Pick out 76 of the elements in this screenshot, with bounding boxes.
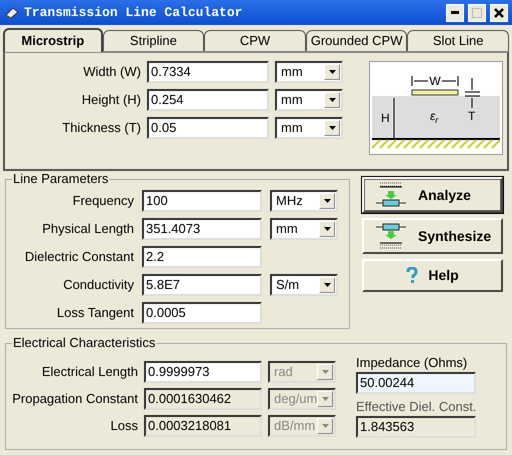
caret-icon (322, 424, 328, 428)
dropdown-arrow-button[interactable] (319, 193, 335, 209)
dropdown-arrow-button[interactable] (319, 277, 335, 293)
input-field[interactable]: 5.8E7 (142, 274, 262, 296)
field-label: Width (W) (82, 63, 141, 81)
unit-dropdown[interactable]: mm (275, 61, 343, 83)
unit-dropdown[interactable]: mm (275, 89, 343, 111)
close-icon (494, 8, 504, 18)
caret-icon (322, 397, 329, 401)
caret-icon (328, 70, 336, 74)
tab[interactable]: Microstrip (3, 28, 103, 52)
unit-dropdown[interactable]: mm (275, 117, 343, 139)
field-label: Dielectric Constant (24, 248, 134, 266)
field-label: Loss (110, 417, 138, 435)
minimize-button[interactable] (446, 4, 464, 22)
field-label: Conductivity (62, 276, 134, 294)
unit-dropdown[interactable]: mm (270, 218, 338, 240)
field-label: Height (H) (80, 91, 141, 109)
input-field[interactable]: 0.0005 (142, 302, 262, 324)
dropdown-arrow-button[interactable] (324, 92, 340, 108)
input-field[interactable]: 100 (142, 190, 262, 212)
synthesize-icon (374, 223, 408, 249)
input-field[interactable]: 0.9999973 (144, 361, 262, 383)
dropdown-value: mm (281, 63, 303, 82)
field-label: Propagation Constant (11, 390, 138, 408)
height-label: H (381, 111, 390, 125)
thickness-label: T (468, 109, 476, 123)
dropdown-value: mm (276, 220, 298, 238)
tab[interactable]: Slot Line (407, 30, 509, 51)
unit-dropdown[interactable]: S/m (270, 274, 338, 296)
close-button[interactable] (490, 4, 508, 22)
field-label: Loss Tangent (56, 304, 134, 322)
input-field[interactable]: 2.2 (142, 246, 262, 268)
maximize-icon (472, 8, 482, 18)
input-field[interactable]: 0.7334 (147, 61, 269, 83)
dropdown-value: S/m (276, 276, 300, 294)
dropdown-value: mm (281, 119, 303, 138)
help-icon (406, 267, 418, 284)
dropdown-value: deg/um (274, 390, 318, 408)
dropdown-arrow-button[interactable] (324, 64, 340, 80)
tab[interactable]: Grounded CPW (306, 30, 408, 51)
caret-icon (328, 126, 336, 130)
dropdown-arrow-button[interactable] (319, 221, 335, 237)
dropdown-value: rad (274, 363, 293, 382)
dropdown-value: MHz (276, 192, 303, 210)
width-label: W (429, 74, 441, 88)
input-field[interactable]: 0.05 (147, 117, 269, 139)
unit-dropdown[interactable]: MHz (270, 190, 338, 212)
permittivity-label: ε$_{r}$ (430, 109, 438, 125)
output-label: Impedance (Ohms) (356, 354, 468, 372)
field-label: Electrical Length (40, 363, 138, 381)
caret-icon (324, 283, 330, 287)
dropdown-arrow-button[interactable] (324, 120, 340, 136)
maximize-button[interactable] (468, 4, 486, 22)
field-label: Physical Length (41, 220, 134, 238)
app-icon (4, 6, 20, 20)
caret-icon (322, 370, 328, 374)
caret-icon (324, 199, 330, 203)
caret-icon (324, 227, 330, 231)
analyze-button[interactable]: Analyze (362, 177, 503, 213)
tab[interactable]: Stripline (102, 30, 204, 51)
synthesize-button[interactable]: Synthesize (362, 218, 503, 254)
analyze-icon (374, 182, 408, 208)
help-button[interactable]: Help (362, 259, 503, 292)
field-label: Thickness (T) (61, 119, 141, 137)
input-field[interactable]: 351.4073 (142, 218, 262, 240)
output-label: Effective Diel. Const. (356, 398, 476, 416)
minimize-icon (451, 11, 459, 14)
dropdown-value: mm (281, 91, 303, 110)
input-field[interactable]: 50.00244 (356, 372, 476, 394)
window-title: Transmission Line Calculator (24, 4, 244, 22)
caret-icon (328, 98, 336, 102)
input-field[interactable]: 0.254 (147, 89, 269, 111)
dropdown-value: dB/mm (274, 417, 316, 436)
field-label: Frequency (72, 192, 134, 210)
tab[interactable]: CPW (204, 30, 306, 51)
